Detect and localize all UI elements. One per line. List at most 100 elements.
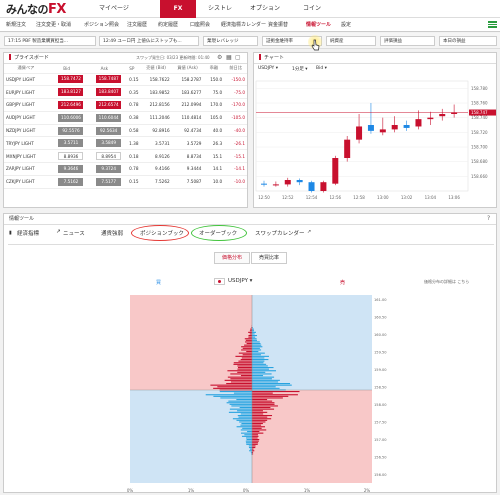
current-price-label: 158.747 bbox=[471, 110, 488, 115]
nav-tab-coin[interactable]: コイン bbox=[292, 0, 332, 18]
bid-price-value[interactable]: 9.3646 bbox=[58, 164, 84, 173]
ask-price-value[interactable]: 158.7487 bbox=[96, 75, 122, 84]
menu-info-tool[interactable]: 情報ツール bbox=[306, 21, 331, 28]
nav-tab-mypage[interactable]: マイページ bbox=[89, 0, 139, 18]
ask-price-value[interactable]: 212.6574 bbox=[96, 100, 122, 109]
buy-price: 7.5087 bbox=[171, 175, 204, 189]
nav-tab-systrade[interactable]: シストレ bbox=[200, 0, 240, 18]
bid-price-value[interactable]: 3.5711 bbox=[58, 139, 84, 148]
menu-account-inquiry[interactable]: 口座照会 bbox=[190, 21, 210, 28]
menu-order-change[interactable]: 注文変更・取消 bbox=[36, 21, 71, 28]
bid-price-value[interactable]: 158.7472 bbox=[58, 75, 84, 84]
book-bar-right bbox=[252, 411, 268, 413]
ask-price[interactable]: 7.5177 bbox=[85, 175, 124, 189]
ask-price[interactable]: 158.7487 bbox=[85, 73, 124, 87]
bid-price[interactable]: 7.5162 bbox=[47, 175, 86, 189]
menu-position-inquiry[interactable]: ポジション照会 bbox=[84, 21, 119, 28]
bid-price[interactable]: 183.8127 bbox=[47, 85, 86, 100]
rate-row[interactable]: NZDJPY LIGHT 92.5576 92.5634 0.58 92.8916 92.… bbox=[4, 124, 247, 138]
ask-price[interactable]: 3.5849 bbox=[85, 136, 124, 151]
menu-settings[interactable]: 設定 bbox=[341, 21, 351, 28]
chart-side-select[interactable]: Bid ▾ bbox=[316, 66, 327, 71]
swap-info: スワップ発生日: 03/23 更新時間: 01:40 bbox=[136, 55, 210, 60]
bid-price-value[interactable]: 212.6496 bbox=[58, 100, 84, 109]
bid-price-value[interactable]: 92.5576 bbox=[58, 126, 84, 135]
maximize-icon[interactable]: ▢ bbox=[235, 53, 241, 63]
news-ticker-2[interactable]: 12:49 ユーロ円 上値仏にストップも... bbox=[99, 36, 199, 46]
candle-body bbox=[261, 183, 267, 185]
ask-price-value[interactable]: 9.3724 bbox=[96, 164, 122, 173]
rate-row[interactable]: GBPJPY LIGHT 212.6496 212.6574 0.78 212.8156… bbox=[4, 98, 247, 112]
bid-price-value[interactable]: 110.6006 bbox=[58, 113, 84, 122]
news-ticker-1[interactable]: 17:15 PBF 製造業購買担当... bbox=[4, 36, 96, 46]
brand-logo[interactable]: みんなのFX bbox=[6, 1, 66, 17]
distribution-detail-note[interactable]: 価格分布の詳細は こちら bbox=[424, 279, 469, 285]
book-symbol-select[interactable]: USDJPY ▾ bbox=[228, 278, 252, 284]
sell-label: 売 bbox=[340, 280, 346, 286]
candlestick-chart[interactable]: 158.780 158.760 158.740 158.720 158.700 158.6… bbox=[254, 73, 498, 209]
grid-view-icon[interactable]: ▦ bbox=[226, 53, 232, 63]
ask-price-value[interactable]: 110.6044 bbox=[96, 113, 122, 122]
subtab-price-distribution[interactable]: 価格分布 bbox=[214, 252, 250, 264]
leverage-button[interactable]: 業現レバレッジ bbox=[203, 36, 258, 46]
ask-price[interactable]: 110.6044 bbox=[85, 111, 124, 125]
bid-price[interactable]: 110.6006 bbox=[47, 111, 86, 125]
bid-price-value[interactable]: 8.8936 bbox=[58, 152, 84, 161]
rate-row[interactable]: TRYJPY LIGHT 3.5711 3.5849 1.38 3.5731 3.5729… bbox=[4, 136, 247, 151]
ask-price-value[interactable]: 7.5177 bbox=[96, 177, 122, 186]
bid-price[interactable]: 158.7472 bbox=[47, 73, 86, 87]
position-book-chart[interactable]: 161.00 160.50 160.00 159.50 159.00 158.50 158.… bbox=[125, 293, 400, 495]
info-tool-title: 情報ツール bbox=[9, 216, 35, 222]
ask-price-value[interactable]: 92.5634 bbox=[96, 126, 122, 135]
rate-row[interactable]: MXNJPY LIGHT 8.8936 8.8954 0.18 8.9126 8.8734… bbox=[4, 149, 247, 164]
rate-row[interactable]: EURJPY LIGHT 183.8127 183.8407 0.35 183.9852… bbox=[4, 85, 247, 100]
help-icon[interactable]: ? bbox=[487, 214, 490, 224]
nav-tab-option[interactable]: オプション bbox=[240, 0, 290, 18]
rate-row[interactable]: AUDJPY LIGHT 110.6006 110.6044 0.38 111.2046… bbox=[4, 111, 247, 125]
layout-icon[interactable] bbox=[488, 21, 497, 28]
bid-price[interactable]: 9.3646 bbox=[47, 162, 86, 176]
menu-execution-history[interactable]: 約定履歴 bbox=[158, 21, 178, 28]
top-navigation-bar: みんなのFX マイページ FX シストレ オプション コイン bbox=[0, 0, 500, 18]
tab-swap-calendar[interactable]: スワップカレンダー bbox=[255, 229, 305, 237]
ask-price[interactable]: 183.8407 bbox=[85, 85, 124, 100]
bid-price-value[interactable]: 7.5162 bbox=[58, 177, 84, 186]
chart-timeframe-select[interactable]: 1分足 ▾ bbox=[292, 66, 308, 72]
day-change: -26.1 bbox=[224, 136, 247, 151]
bid-price[interactable]: 8.8936 bbox=[47, 149, 86, 164]
rate-row[interactable]: ZARJPY LIGHT 9.3646 9.3724 0.78 9.4166 9.3444… bbox=[4, 162, 247, 176]
price-board-header-row: 通貨ペア Bid Ask SP 売値 (Bid) 買値 (Ask) 乖離 前日比 bbox=[4, 64, 247, 74]
ask-price-value[interactable]: 183.8407 bbox=[96, 88, 122, 97]
candle-body bbox=[332, 158, 339, 184]
menu-fund-transfer[interactable]: 資金振替 bbox=[268, 21, 288, 28]
tab-economic-indicators[interactable]: 経済指標 bbox=[17, 229, 39, 237]
tab-currency-strength[interactable]: 通貨強弱 bbox=[101, 229, 123, 237]
ask-price-value[interactable]: 8.8954 bbox=[96, 152, 122, 161]
nav-tab-fx[interactable]: FX bbox=[160, 0, 196, 18]
subtab-buy-sell-ratio[interactable]: 売買比率 bbox=[251, 252, 287, 264]
bid-price[interactable]: 3.5711 bbox=[47, 136, 86, 151]
book-bar-left bbox=[210, 384, 252, 386]
ask-price[interactable]: 8.8954 bbox=[85, 149, 124, 164]
menu-order-history[interactable]: 注文履歴 bbox=[127, 21, 147, 28]
menu-economic-calendar[interactable]: 経済指標カレンダー bbox=[221, 21, 266, 28]
ask-price[interactable]: 212.6574 bbox=[85, 98, 124, 112]
bid-price[interactable]: 92.5576 bbox=[47, 124, 86, 138]
candle-body bbox=[344, 139, 351, 158]
rate-row[interactable]: CZKJPY LIGHT 7.5162 7.5177 0.15 7.5262 7.5087… bbox=[4, 175, 247, 189]
ask-price-value[interactable]: 3.5849 bbox=[96, 139, 122, 148]
menu-new-order[interactable]: 新規注文 bbox=[6, 21, 26, 28]
book-bar-right bbox=[252, 392, 273, 394]
rate-row[interactable]: USDJPY LIGHT 158.7472 158.7487 0.15 158.7622… bbox=[4, 73, 247, 87]
tab-news[interactable]: ニュース bbox=[63, 229, 85, 237]
book-bar-left bbox=[241, 346, 252, 348]
bid-price-value[interactable]: 183.8127 bbox=[58, 88, 84, 97]
sell-price: 212.8156 bbox=[140, 98, 172, 112]
settings-gear-icon[interactable]: ⚙ bbox=[217, 53, 222, 63]
book-bar-right bbox=[252, 450, 255, 452]
ask-price[interactable]: 9.3724 bbox=[85, 162, 124, 176]
pair-name: CZKJPY LIGHT bbox=[4, 175, 48, 189]
bid-price[interactable]: 212.6496 bbox=[47, 98, 86, 112]
chart-symbol-select[interactable]: USDJPY ▾ bbox=[258, 66, 278, 71]
ask-price[interactable]: 92.5634 bbox=[85, 124, 124, 138]
